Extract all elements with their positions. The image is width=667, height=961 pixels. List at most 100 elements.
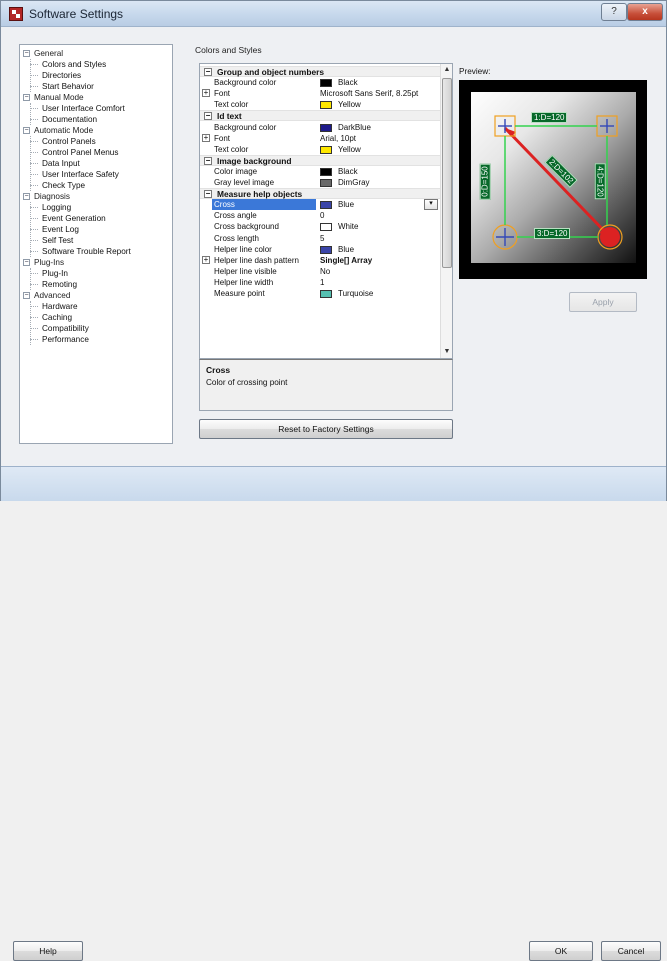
property-category-row[interactable]: − Group and object numbers: [200, 66, 440, 77]
property-row[interactable]: Background color DarkBlue: [200, 122, 440, 133]
property-row[interactable]: Cross background White: [200, 221, 440, 232]
tree-group-item[interactable]: General: [34, 48, 63, 59]
property-value[interactable]: DimGray: [338, 177, 370, 188]
property-row[interactable]: Cross Blue ▾: [200, 199, 440, 210]
property-row[interactable]: Gray level image DimGray: [200, 177, 440, 188]
scroll-up-icon[interactable]: ▲: [441, 64, 452, 76]
property-row[interactable]: Color image Black: [200, 166, 440, 177]
property-row[interactable]: Cross length 5: [200, 233, 440, 244]
property-category-row[interactable]: − Id text: [200, 110, 440, 121]
tree-setting-item[interactable]: Control Panels: [42, 136, 96, 147]
tree-setting-item[interactable]: Hardware: [42, 301, 78, 312]
tree-setting-item[interactable]: Self Test: [42, 235, 73, 246]
property-value[interactable]: 5: [320, 233, 440, 244]
property-row[interactable]: Helper line width 1: [200, 277, 440, 288]
help-title-button[interactable]: ?: [601, 3, 627, 21]
property-row[interactable]: Helper line visible No: [200, 266, 440, 277]
property-grid-scrollbar[interactable]: ▲ ▼: [440, 64, 452, 358]
tree-setting-item[interactable]: User Interface Comfort: [42, 103, 125, 114]
tree-setting-item[interactable]: Check Type: [42, 180, 85, 191]
tree-expand-toggle[interactable]: −: [23, 50, 30, 57]
cancel-button[interactable]: Cancel: [601, 941, 661, 961]
settings-navigation-tree[interactable]: − General Colors and Styles Directories Star…: [19, 44, 173, 444]
tree-vertical-line: [30, 268, 31, 290]
tree-setting-item[interactable]: User Interface Safety: [42, 169, 119, 180]
tree-group-item[interactable]: Manual Mode: [34, 92, 84, 103]
property-name: Background color: [214, 78, 277, 87]
expand-property-icon[interactable]: +: [202, 89, 210, 97]
property-value[interactable]: DarkBlue: [338, 122, 371, 133]
tree-setting-item[interactable]: Performance: [42, 334, 89, 345]
tree-expand-toggle[interactable]: −: [23, 292, 30, 299]
property-value[interactable]: Single[] Array: [320, 255, 440, 266]
tree-expand-toggle[interactable]: −: [23, 94, 30, 101]
property-value[interactable]: Black: [338, 77, 358, 88]
tree-setting-item[interactable]: Compatibility: [42, 323, 89, 334]
property-value[interactable]: No: [320, 266, 440, 277]
tree-setting-item[interactable]: Start Behavior: [42, 81, 94, 92]
tree-setting-item[interactable]: Event Generation: [42, 213, 106, 224]
property-value[interactable]: Yellow: [338, 144, 361, 155]
property-row[interactable]: + Font Arial, 10pt: [200, 133, 440, 144]
property-value[interactable]: Blue: [338, 244, 354, 255]
collapse-icon[interactable]: −: [204, 68, 212, 76]
tree-setting-item[interactable]: Event Log: [42, 224, 79, 235]
property-value[interactable]: White: [338, 221, 358, 232]
property-value[interactable]: Arial, 10pt: [320, 133, 440, 144]
tree-group-item[interactable]: Diagnosis: [34, 191, 70, 202]
property-value[interactable]: Black: [338, 166, 358, 177]
property-row[interactable]: Text color Yellow: [200, 144, 440, 155]
tree-group-item[interactable]: Plug-Ins: [34, 257, 64, 268]
property-name: Helper line width: [214, 278, 274, 287]
scroll-down-icon[interactable]: ▼: [441, 346, 452, 358]
tree-setting-item[interactable]: Software Trouble Report: [42, 246, 131, 257]
apply-button[interactable]: Apply: [569, 292, 637, 312]
tree-expand-toggle[interactable]: −: [23, 127, 30, 134]
property-row[interactable]: Background color Black: [200, 77, 440, 88]
tree-setting-item[interactable]: Data Input: [42, 158, 80, 169]
expand-property-icon[interactable]: +: [202, 134, 210, 142]
tree-group-item[interactable]: Advanced: [34, 290, 70, 301]
property-row[interactable]: Helper line color Blue: [200, 244, 440, 255]
property-name: Font: [214, 134, 231, 143]
property-row[interactable]: Measure point Turquoise: [200, 288, 440, 299]
tree-setting-item[interactable]: Control Panel Menus: [42, 147, 118, 158]
property-value[interactable]: Turquoise: [338, 288, 373, 299]
expand-property-icon[interactable]: +: [202, 256, 210, 264]
tree-expand-toggle[interactable]: −: [23, 193, 30, 200]
tree-group-item[interactable]: Automatic Mode: [34, 125, 93, 136]
tree-setting-item[interactable]: Directories: [42, 70, 81, 81]
ok-button[interactable]: OK: [529, 941, 593, 961]
preview-label-1: 1:D=120: [531, 112, 568, 123]
property-row[interactable]: + Helper line dash pattern Single[] Array: [200, 255, 440, 266]
tree-vertical-line: [30, 103, 31, 125]
scroll-thumb[interactable]: [442, 78, 452, 268]
close-window-button[interactable]: x: [627, 3, 663, 21]
property-grid[interactable]: ▲ ▼ − Group and object numbers Background …: [199, 63, 453, 359]
tree-setting-item[interactable]: Logging: [42, 202, 71, 213]
tree-setting-item[interactable]: Documentation: [42, 114, 97, 125]
tree-setting-item[interactable]: Colors and Styles: [42, 59, 106, 70]
property-category-row[interactable]: − Measure help objects: [200, 188, 440, 199]
property-value[interactable]: 1: [320, 277, 440, 288]
preview-pane: 1:D=120 0:D=150 2:D=102 4:D=120 3:D=120: [459, 80, 647, 279]
dropdown-icon[interactable]: ▾: [424, 199, 438, 210]
property-category-row[interactable]: − Image background: [200, 155, 440, 166]
property-value[interactable]: Microsoft Sans Serif, 8.25pt: [320, 88, 440, 99]
tree-vertical-line: [30, 136, 31, 191]
collapse-icon[interactable]: −: [204, 157, 212, 165]
property-row[interactable]: + Font Microsoft Sans Serif, 8.25pt: [200, 88, 440, 99]
reset-to-factory-settings-button[interactable]: Reset to Factory Settings: [199, 419, 453, 439]
collapse-icon[interactable]: −: [204, 190, 212, 198]
property-row[interactable]: Text color Yellow: [200, 99, 440, 110]
property-row[interactable]: Cross angle 0: [200, 210, 440, 221]
tree-setting-item[interactable]: Caching: [42, 312, 72, 323]
collapse-icon[interactable]: −: [204, 112, 212, 120]
property-value[interactable]: Yellow: [338, 99, 361, 110]
property-value[interactable]: 0: [320, 210, 440, 221]
tree-setting-item[interactable]: Remoting: [42, 279, 77, 290]
tree-expand-toggle[interactable]: −: [23, 259, 30, 266]
tree-setting-item[interactable]: Plug-In: [42, 268, 68, 279]
property-value[interactable]: Blue: [338, 199, 354, 210]
help-button[interactable]: Help: [13, 941, 83, 961]
